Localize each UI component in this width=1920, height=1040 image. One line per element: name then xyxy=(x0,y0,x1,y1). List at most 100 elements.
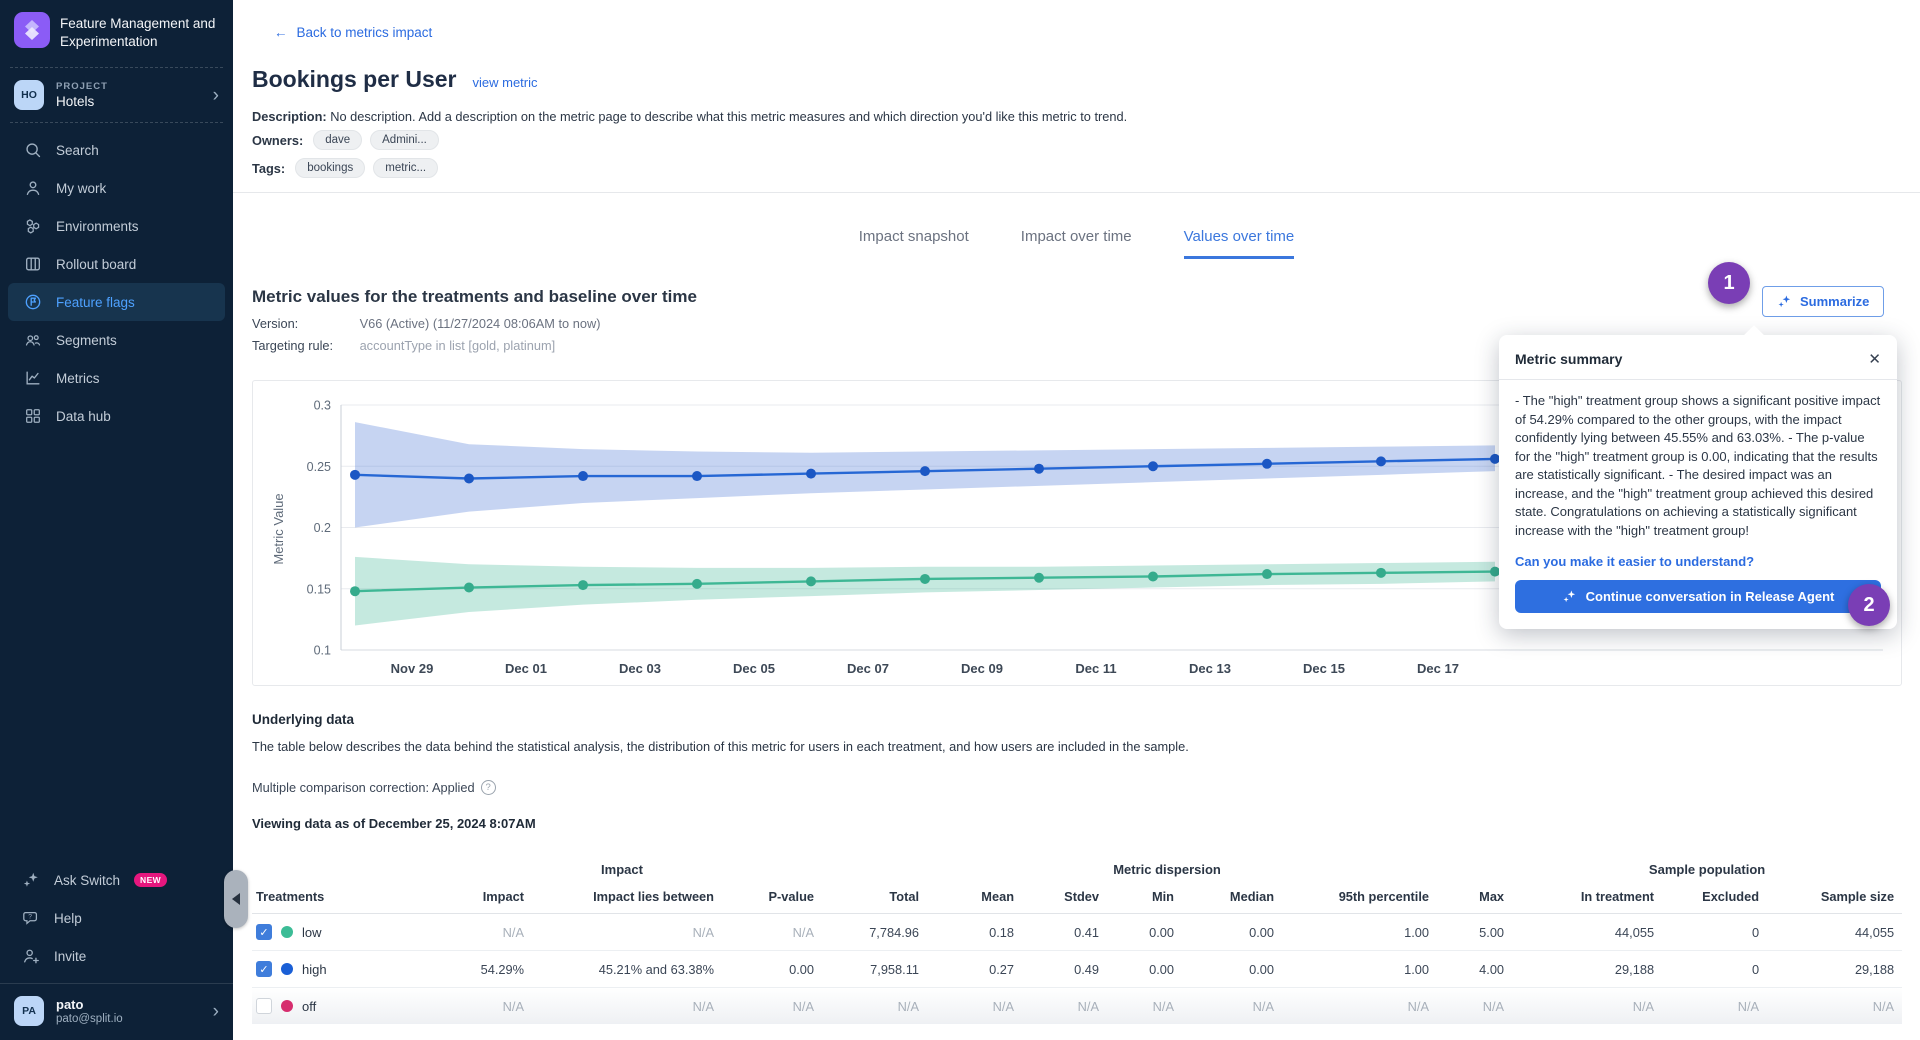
sparkles-icon xyxy=(1777,294,1792,309)
user-menu[interactable]: PA pato pato@split.io › xyxy=(0,983,233,1040)
info-icon[interactable]: ? xyxy=(481,780,496,795)
treatment-name: off xyxy=(302,999,316,1014)
back-link-label: Back to metrics impact xyxy=(297,25,433,40)
sidebar-item-segments[interactable]: Segments xyxy=(8,321,225,359)
sidebar-collapse-handle[interactable] xyxy=(224,870,248,928)
table-column-header: Median xyxy=(1182,883,1282,914)
sidebar-item-search[interactable]: Search xyxy=(8,131,225,169)
table-cell: N/A xyxy=(927,988,1022,1025)
sparkles-icon xyxy=(1562,589,1577,604)
targeting-rule-row: Targeting rule: accountType in list [gol… xyxy=(252,338,555,353)
sidebar-footer-nav: Ask SwitchNEW?Help Invite xyxy=(0,861,233,975)
table-cell: 1.00 xyxy=(1282,951,1437,988)
project-name: Hotels xyxy=(56,94,108,109)
svg-text:?: ? xyxy=(28,914,32,921)
svg-text:Dec 03: Dec 03 xyxy=(619,661,661,676)
split-logo-icon xyxy=(14,12,50,53)
table-cell: 0 xyxy=(1662,951,1767,988)
svg-text:Dec 05: Dec 05 xyxy=(733,661,775,676)
owner-chip[interactable]: dave xyxy=(313,130,362,150)
sidebar: Feature Management and Experimentation H… xyxy=(0,0,233,1040)
table-cell: 0.49 xyxy=(1022,951,1107,988)
treatment-color-dot xyxy=(281,1000,293,1012)
table-row-high: ✓high54.29%45.21% and 63.38%0.007,958.11… xyxy=(252,951,1902,988)
table-cell: 0.18 xyxy=(927,914,1022,951)
sidebar-item-label: Metrics xyxy=(56,371,100,386)
sidebar-item-invite[interactable]: Invite xyxy=(0,937,233,975)
popup-summary-text: - The "high" treatment group shows a sig… xyxy=(1515,392,1881,541)
sidebar-item-label: Environments xyxy=(56,219,139,234)
table-column-header: Min xyxy=(1107,883,1182,914)
flag-icon xyxy=(24,293,42,311)
description-line: Description: No description. Add a descr… xyxy=(252,109,1127,124)
chevron-right-icon: › xyxy=(213,86,219,105)
table-group-header: Metric dispersion xyxy=(822,858,1512,883)
tab-bar: Impact snapshot Impact over time Values ov… xyxy=(233,228,1920,259)
person-icon xyxy=(24,179,42,197)
sidebar-item-label: Rollout board xyxy=(56,257,136,272)
sidebar-item-help[interactable]: ?Help xyxy=(0,899,233,937)
sidebar-item-data-hub[interactable]: Data hub xyxy=(8,397,225,435)
app-title: Feature Management and Experimentation xyxy=(60,15,219,50)
table-column-header: P-value xyxy=(722,883,822,914)
targeting-rule-label: Targeting rule: xyxy=(252,338,356,353)
table-column-header: Treatments xyxy=(252,883,422,914)
table-cell: 54.29% xyxy=(422,951,532,988)
sidebar-item-rollout-board[interactable]: Rollout board xyxy=(8,245,225,283)
view-metric-link[interactable]: view metric xyxy=(473,75,538,90)
continue-conversation-button[interactable]: Continue conversation in Release Agent xyxy=(1515,580,1881,613)
tab-values-over-time[interactable]: Values over time xyxy=(1184,228,1295,259)
sidebar-item-my-work[interactable]: My work xyxy=(8,169,225,207)
followup-question-link[interactable]: Can you make it easier to understand? xyxy=(1515,554,1881,569)
table-column-header: Sample size xyxy=(1767,883,1902,914)
table-column-header: 95th percentile xyxy=(1282,883,1437,914)
close-icon[interactable]: ✕ xyxy=(1868,350,1881,368)
svg-text:0.3: 0.3 xyxy=(314,399,331,413)
table-column-header: Stdev xyxy=(1022,883,1107,914)
tab-impact-over-time[interactable]: Impact over time xyxy=(1021,228,1132,259)
tag-chip[interactable]: bookings xyxy=(295,158,365,178)
treatment-checkbox-high[interactable]: ✓ xyxy=(256,961,272,977)
rollout-icon xyxy=(24,255,42,273)
sidebar-item-environments[interactable]: Environments xyxy=(8,207,225,245)
back-link[interactable]: ← Back to metrics impact xyxy=(274,25,432,40)
project-label: PROJECT xyxy=(56,81,108,92)
treatment-checkbox-low[interactable]: ✓ xyxy=(256,924,272,940)
new-badge: NEW xyxy=(134,873,167,887)
sidebar-nav: SearchMy work Environments Rollout board Fe… xyxy=(0,123,233,443)
table-cell: N/A xyxy=(1182,988,1282,1025)
project-switcher[interactable]: HO PROJECT Hotels › xyxy=(0,68,233,122)
treatment-checkbox-off[interactable] xyxy=(256,998,272,1014)
svg-text:Dec 01: Dec 01 xyxy=(505,661,547,676)
annotation-step-2: 2 xyxy=(1848,584,1890,626)
invite-icon xyxy=(22,947,40,965)
sidebar-item-ask-switch[interactable]: Ask SwitchNEW xyxy=(0,861,233,899)
summarize-label: Summarize xyxy=(1800,294,1869,309)
summarize-button[interactable]: Summarize xyxy=(1762,286,1884,317)
sidebar-item-feature-flags[interactable]: Feature flags xyxy=(8,283,225,321)
tab-impact-snapshot[interactable]: Impact snapshot xyxy=(859,228,969,259)
table-cell: 7,784.96 xyxy=(822,914,927,951)
table-column-header: In treatment xyxy=(1512,883,1662,914)
correction-row: Multiple comparison correction: Applied … xyxy=(252,780,496,795)
table-column-header: Total xyxy=(822,883,927,914)
popup-title: Metric summary xyxy=(1515,351,1622,367)
app-logo-row[interactable]: Feature Management and Experimentation xyxy=(0,0,233,67)
title-row: Bookings per User view metric xyxy=(252,66,538,93)
table-cell: N/A xyxy=(1107,988,1182,1025)
sidebar-item-label: Invite xyxy=(54,949,86,964)
segments-icon xyxy=(24,331,42,349)
tag-chip[interactable]: metric... xyxy=(373,158,438,178)
table-cell: N/A xyxy=(1767,988,1902,1025)
table-cell: N/A xyxy=(532,914,722,951)
table-column-header: Impact xyxy=(422,883,532,914)
table-cell: 4.00 xyxy=(1437,951,1512,988)
table-group-header: Sample population xyxy=(1512,858,1902,883)
annotation-step-1: 1 xyxy=(1708,262,1750,304)
svg-text:Dec 13: Dec 13 xyxy=(1189,661,1231,676)
table-cell: 1.00 xyxy=(1282,914,1437,951)
sidebar-item-metrics[interactable]: Metrics xyxy=(8,359,225,397)
continue-conversation-label: Continue conversation in Release Agent xyxy=(1586,589,1835,604)
owner-chip[interactable]: Admini... xyxy=(370,130,439,150)
svg-text:Dec 15: Dec 15 xyxy=(1303,661,1345,676)
